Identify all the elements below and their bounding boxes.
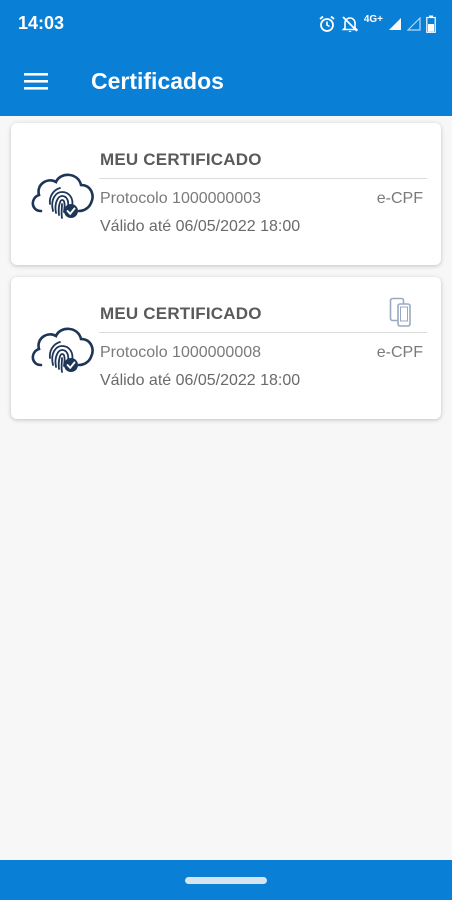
certificate-type: e-CPF <box>376 344 423 361</box>
certificate-type: e-CPF <box>376 190 423 207</box>
devices-icon <box>389 297 413 329</box>
notifications-off-icon <box>341 15 359 33</box>
certificate-validity: Válido até 06/05/2022 18:00 <box>100 372 301 389</box>
status-icons: 4G+ <box>318 12 436 36</box>
cloud-fingerprint-icon <box>29 167 95 223</box>
status-bar: 14:03 4G+ <box>0 0 452 50</box>
certificate-validity: Válido até 06/05/2022 18:00 <box>100 218 301 235</box>
certificate-card[interactable]: MEU CERTIFICADO Protocolo 1000000003 e-C… <box>11 123 441 265</box>
signal-empty-icon <box>407 17 421 31</box>
battery-icon <box>426 15 436 33</box>
status-time: 14:03 <box>18 13 65 33</box>
card-divider <box>99 178 427 179</box>
home-indicator[interactable] <box>185 877 267 884</box>
page-title: Certificados <box>91 68 224 94</box>
alarm-icon <box>318 15 336 33</box>
certificate-card[interactable]: MEU CERTIFICADO Protocolo 1000000008 e-C… <box>11 277 441 419</box>
app-bar: Certificados <box>0 50 452 116</box>
cloud-fingerprint-icon <box>29 321 95 377</box>
network-type-label: 4G+ <box>363 13 383 25</box>
certificate-title: MEU CERTIFICADO <box>100 304 262 323</box>
certificate-protocol: Protocolo 1000000003 <box>100 190 262 207</box>
hamburger-menu-icon[interactable] <box>24 72 48 95</box>
menu-button[interactable] <box>16 66 56 100</box>
navigation-bar <box>0 860 452 900</box>
certificate-title: MEU CERTIFICADO <box>100 150 262 169</box>
signal-icon <box>388 17 402 31</box>
card-divider <box>99 332 427 333</box>
certificate-protocol: Protocolo 1000000008 <box>100 344 262 361</box>
